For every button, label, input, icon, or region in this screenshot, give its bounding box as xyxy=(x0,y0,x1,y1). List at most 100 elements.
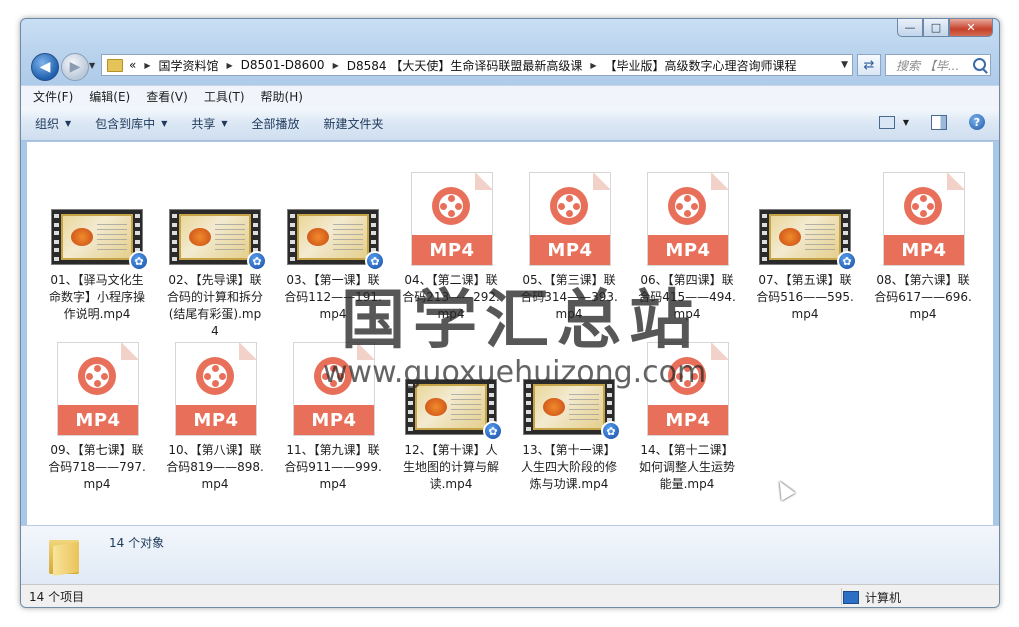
caption-buttons: — □ ✕ xyxy=(897,19,993,37)
media-player-badge-icon: ✿ xyxy=(601,421,621,441)
chevron-down-icon: ▼ xyxy=(161,119,168,128)
explorer-window: — □ ✕ ◀ ▶ ▼ « ▶ 国学资料馆 ▶ D8501-D8600 ▶ D8… xyxy=(20,18,1000,608)
arrow-right-icon: ▶ xyxy=(69,59,81,75)
chevron-down-icon: ▼ xyxy=(221,119,228,128)
item-count: 14 个项目 xyxy=(29,589,85,604)
media-player-badge-icon: ✿ xyxy=(129,251,149,271)
back-button[interactable]: ◀ xyxy=(31,53,59,81)
chevron-right-icon[interactable]: ▶ xyxy=(144,61,150,70)
folder-icon xyxy=(107,58,123,72)
include-label: 包含到库中 xyxy=(95,117,156,131)
status-bar: 14 个项目 计算机 xyxy=(21,584,999,607)
include-in-library-button[interactable]: 包含到库中 ▼ xyxy=(95,115,167,132)
mp4-label: MP4 xyxy=(530,235,610,265)
chevron-right-icon[interactable]: ▶ xyxy=(227,61,233,70)
organize-button[interactable]: 组织 ▼ xyxy=(35,115,71,132)
view-controls: ▼ ? xyxy=(878,114,985,130)
file-name: 13、【第十一课】人生四大阶段的修炼与功课.mp4 xyxy=(520,443,617,491)
breadcrumb-item[interactable]: 【毕业版】高级数字心理咨询师课程 xyxy=(604,57,796,74)
file-name: 01、【驿马文化生命数字】小程序操作说明.mp4 xyxy=(48,273,145,321)
arrow-left-icon: ◀ xyxy=(39,59,51,75)
media-player-badge-icon: ✿ xyxy=(365,251,385,271)
preview-pane-icon[interactable] xyxy=(931,114,947,130)
file-name: 11、【第九课】联合码911——999.mp4 xyxy=(284,443,382,491)
details-pane: 14 个对象 xyxy=(21,525,999,585)
search-placeholder: 搜索 【毕... xyxy=(896,58,960,73)
mp4-file-icon: MP4 xyxy=(883,172,965,266)
video-thumbnail-icon: ✿ xyxy=(759,209,857,271)
share-label: 共享 xyxy=(191,117,216,131)
mp4-file-icon: MP4 xyxy=(57,342,139,436)
file-item[interactable]: ✿ 01、【驿马文化生命数字】小程序操作说明.mp4 xyxy=(47,166,149,336)
new-folder-button[interactable]: 新建文件夹 xyxy=(324,115,384,132)
play-all-button[interactable]: 全部播放 xyxy=(252,115,300,132)
breadcrumb-item[interactable]: D8501-D8600 xyxy=(241,58,325,72)
video-thumbnail-icon: ✿ xyxy=(51,209,149,271)
location-label: 计算机 xyxy=(865,591,902,605)
menu-help[interactable]: 帮助(H) xyxy=(261,88,303,105)
address-bar[interactable]: « ▶ 国学资料馆 ▶ D8501-D8600 ▶ D8584 【大天使】生命译… xyxy=(101,54,853,76)
share-button[interactable]: 共享 ▼ xyxy=(191,115,227,132)
file-item[interactable]: MP4 09、【第七课】联合码718——797.mp4 xyxy=(47,336,147,506)
close-button[interactable]: ✕ xyxy=(949,19,993,37)
file-name: 14、【第十二课】如何调整人生运势能量.mp4 xyxy=(638,443,735,491)
file-name: 12、【第十课】人生地图的计算与解读.mp4 xyxy=(402,443,499,491)
menu-view[interactable]: 查看(V) xyxy=(146,88,188,105)
media-player-badge-icon: ✿ xyxy=(483,421,503,441)
menu-tools[interactable]: 工具(T) xyxy=(204,88,245,105)
breadcrumb: « ▶ 国学资料馆 ▶ D8501-D8600 ▶ D8584 【大天使】生命译… xyxy=(129,57,797,74)
status-divider xyxy=(841,588,842,605)
file-item[interactable]: MP4 10、【第八课】联合码819——898.mp4 xyxy=(165,336,265,506)
video-thumbnail-icon: ✿ xyxy=(287,209,385,271)
mp4-label: MP4 xyxy=(58,405,138,435)
mp4-label: MP4 xyxy=(648,235,728,265)
file-item[interactable]: ✿ 07、【第五课】联合码516——595.mp4 xyxy=(755,166,857,336)
chevron-down-icon[interactable]: ▼ xyxy=(903,118,909,127)
file-item[interactable]: ✿ 02、【先导课】联合码的计算和拆分(结尾有彩蛋).mp4 xyxy=(165,166,267,338)
mp4-label: MP4 xyxy=(176,405,256,435)
minimize-button[interactable]: — xyxy=(897,19,923,37)
file-name: 10、【第八课】联合码819——898.mp4 xyxy=(166,443,264,491)
watermark-url: www.guoxuehuizong.com xyxy=(323,355,707,390)
mp4-label: MP4 xyxy=(884,235,964,265)
mp4-label: MP4 xyxy=(648,405,728,435)
search-icon[interactable] xyxy=(973,58,986,71)
media-player-badge-icon: ✿ xyxy=(247,251,267,271)
media-player-badge-icon: ✿ xyxy=(837,251,857,271)
refresh-icon: ⇄ xyxy=(863,57,875,73)
file-item[interactable]: MP4 08、【第六课】联合码617——696.mp4 xyxy=(873,166,973,336)
search-input[interactable]: 搜索 【毕... xyxy=(885,54,991,76)
mp4-file-icon: MP4 xyxy=(647,172,729,266)
refresh-button[interactable]: ⇄ xyxy=(857,54,881,76)
file-name: 09、【第七课】联合码718——797.mp4 xyxy=(48,443,146,491)
status-location: 计算机 xyxy=(843,589,901,606)
mp4-file-icon: MP4 xyxy=(529,172,611,266)
file-name: 02、【先导课】联合码的计算和拆分(结尾有彩蛋).mp4 xyxy=(166,273,263,338)
mp4-label: MP4 xyxy=(412,235,492,265)
object-count: 14 个对象 xyxy=(109,536,165,550)
computer-icon xyxy=(843,591,859,604)
maximize-button[interactable]: □ xyxy=(923,19,949,37)
video-thumbnail-icon: ✿ xyxy=(169,209,267,271)
menu-file[interactable]: 文件(F) xyxy=(33,88,73,105)
chevron-down-icon: ▼ xyxy=(65,119,72,128)
command-bar: 组织 ▼ 包含到库中 ▼ 共享 ▼ 全部播放 新建文件夹 ▼ ? xyxy=(21,107,999,141)
menu-bar: 文件(F) 编辑(E) 查看(V) 工具(T) 帮助(H) xyxy=(21,85,999,107)
breadcrumb-item[interactable]: 国学资料馆 xyxy=(159,57,219,74)
breadcrumb-item[interactable]: D8584 【大天使】生命译码联盟最新高级课 xyxy=(347,57,583,74)
mp4-file-icon: MP4 xyxy=(411,172,493,266)
chevron-right-icon[interactable]: ▶ xyxy=(590,61,596,70)
menu-edit[interactable]: 编辑(E) xyxy=(89,88,130,105)
recent-pages-dropdown[interactable]: ▼ xyxy=(89,61,95,70)
help-icon[interactable]: ? xyxy=(969,114,985,130)
breadcrumb-overflow[interactable]: « xyxy=(129,58,136,72)
file-name: 08、【第六课】联合码617——696.mp4 xyxy=(874,273,972,321)
change-view-icon[interactable] xyxy=(878,115,895,129)
organize-label: 组织 xyxy=(35,117,60,131)
mp4-file-icon: MP4 xyxy=(175,342,257,436)
folder-icon xyxy=(49,536,81,576)
forward-button[interactable]: ▶ xyxy=(61,53,89,81)
chevron-right-icon[interactable]: ▶ xyxy=(333,61,339,70)
file-name: 07、【第五课】联合码516——595.mp4 xyxy=(756,273,854,321)
address-dropdown[interactable]: ▼ xyxy=(841,60,848,70)
